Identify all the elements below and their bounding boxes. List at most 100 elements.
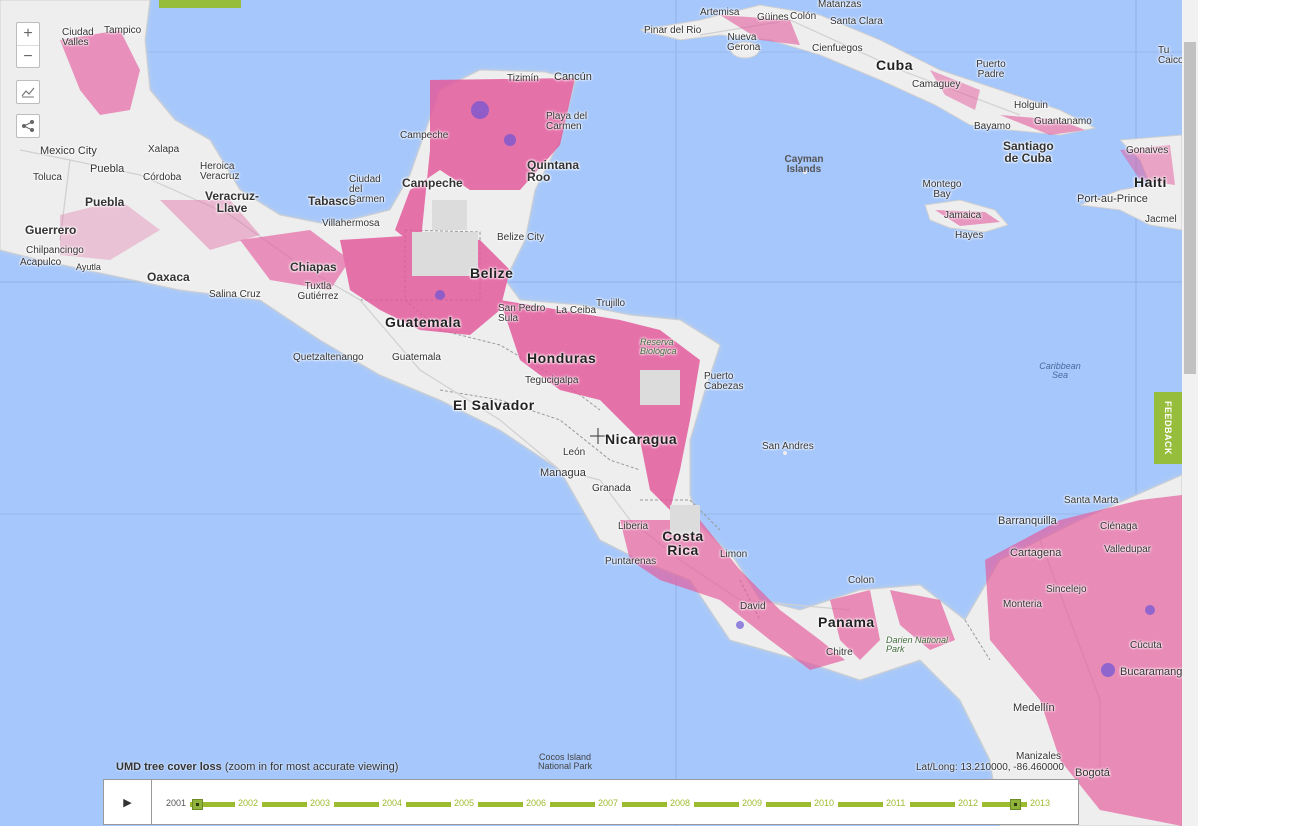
label-city: Hayes [955, 230, 984, 241]
label-city: Puerto Padre [976, 59, 1006, 80]
label-city: Tampico [104, 25, 142, 36]
timeline-segment [766, 802, 811, 807]
label-city: Guantanamo [1034, 116, 1092, 127]
timeline-year-2001[interactable]: 2001 [166, 798, 186, 808]
label-city: Xalapa [148, 144, 180, 155]
timeline-year-2005[interactable]: 2005 [454, 798, 474, 808]
label-city: Camaguey [912, 79, 961, 90]
label-country: El Salvador [453, 397, 535, 413]
label-region: Veracruz-Llave [204, 189, 260, 215]
label-city: Bogotá [1075, 767, 1110, 779]
label-city: David [740, 601, 766, 612]
analysis-button[interactable] [16, 80, 40, 104]
label-country: Panama [818, 614, 875, 630]
timeline-year-2002[interactable]: 2002 [238, 798, 258, 808]
label-city: Liberia [618, 521, 649, 532]
label-city: Tuxtla Gutiérrez [297, 281, 339, 302]
timeline-segment [694, 802, 739, 807]
label-city: Heroica Veracruz [200, 161, 240, 182]
label-park: Reserva Biológica [640, 337, 677, 356]
timeline-year-2006[interactable]: 2006 [526, 798, 546, 808]
label-city: Cartagena [1010, 547, 1062, 559]
label-water: Cayman Islands [784, 154, 824, 175]
label-city: Manizales [1016, 751, 1062, 762]
label-region: Campeche [402, 176, 463, 190]
label-city: Colón [790, 11, 817, 22]
label-city: Santa Marta [1064, 495, 1119, 506]
label-region: Puebla [85, 195, 125, 209]
zoom-out-button[interactable]: − [17, 45, 39, 68]
label-region: Guerrero [25, 223, 77, 237]
timeline-track[interactable]: 2001 2002 2003 2004 2005 2006 2007 2008 2009 2010… [166, 794, 1066, 812]
play-button[interactable]: ▶ [104, 780, 152, 824]
label-city: Monteria [1003, 599, 1042, 610]
label-region: Quintana Roo [527, 158, 580, 184]
label-country: Belize [470, 265, 514, 281]
zoom-in-button[interactable]: + [17, 23, 39, 45]
chart-icon [17, 81, 39, 103]
label-city: Granada [592, 483, 631, 494]
label-city: San Andres [762, 441, 814, 452]
label-country: Haiti [1134, 174, 1167, 190]
label-city: Barranquilla [998, 515, 1057, 527]
label-city: Jamaica [944, 210, 982, 221]
label-region: Santiago de Cuba [1003, 139, 1054, 165]
timeline-segment [622, 802, 667, 807]
label-city: Montego Bay [922, 179, 962, 200]
share-button[interactable] [16, 114, 40, 138]
label-city: Valledupar [1104, 544, 1152, 555]
timeline-year-2010[interactable]: 2010 [814, 798, 834, 808]
label-country: Honduras [527, 350, 597, 366]
label-city: Bayamo [974, 121, 1011, 132]
timeline-year-2011[interactable]: 2011 [886, 798, 905, 808]
timeline-year-2009[interactable]: 2009 [742, 798, 762, 808]
timeline-year-2007[interactable]: 2007 [598, 798, 618, 808]
label-city: Santa Clara [830, 16, 883, 27]
label-city: Sincelejo [1046, 584, 1087, 595]
label-city: Villahermosa [322, 218, 380, 229]
timeline-segment [550, 802, 595, 807]
label-city: Cancún [554, 71, 592, 83]
label-city: Güines [757, 12, 789, 23]
label-region: Chiapas [290, 260, 337, 274]
label-water: Caribbean Sea [1039, 361, 1081, 380]
label-city: Bucaramanga [1120, 666, 1182, 678]
scrollbar-thumb[interactable] [1184, 42, 1196, 374]
timeline-year-2013[interactable]: 2013 [1030, 798, 1050, 808]
label-city: Jacmel [1145, 214, 1177, 225]
feedback-tab[interactable]: FEEDBACK [1154, 392, 1182, 464]
label-country: Cuba [876, 57, 913, 73]
timeline-year-2008[interactable]: 2008 [670, 798, 690, 808]
label-city: Chitre [826, 647, 853, 658]
label-city: Trujillo [596, 298, 626, 309]
label-city: Managua [540, 467, 586, 479]
label-city: Belize City [497, 232, 545, 243]
scrollbar[interactable] [1182, 0, 1198, 826]
label-city: Campeche [400, 130, 449, 141]
label-city: Puebla [90, 163, 125, 175]
label-city: Córdoba [143, 172, 182, 183]
label-city: Cienfuegos [812, 43, 863, 54]
label-city: Nueva Gerona [727, 32, 761, 53]
map-canvas[interactable]: Cuba Haiti Belize Honduras El Salvador N… [0, 0, 1182, 826]
timeline-start-handle[interactable] [192, 799, 203, 810]
label-city: Holguin [1014, 100, 1048, 111]
legend-title: UMD tree cover loss [116, 761, 222, 773]
timeline-segment [478, 802, 523, 807]
label-city: Tegucigalpa [525, 375, 579, 386]
timeline-year-2004[interactable]: 2004 [382, 798, 402, 808]
label-city: Colon [848, 575, 875, 586]
share-icon [17, 115, 39, 137]
zoom-control: + − [16, 22, 40, 68]
timeline-segment [262, 802, 307, 807]
label-city: Playa del Carmen [546, 111, 588, 132]
timeline-end-handle[interactable] [1010, 799, 1021, 810]
top-green-button[interactable] [159, 0, 241, 8]
label-city: Artemisa [700, 7, 740, 18]
timeline-year-2003[interactable]: 2003 [310, 798, 330, 808]
label-city: Guatemala [392, 352, 441, 363]
label-city: Tizimín [507, 73, 539, 84]
timeline-year-2012[interactable]: 2012 [958, 798, 978, 808]
timeline-segment [910, 802, 955, 807]
label-country: Guatemala [385, 314, 462, 330]
